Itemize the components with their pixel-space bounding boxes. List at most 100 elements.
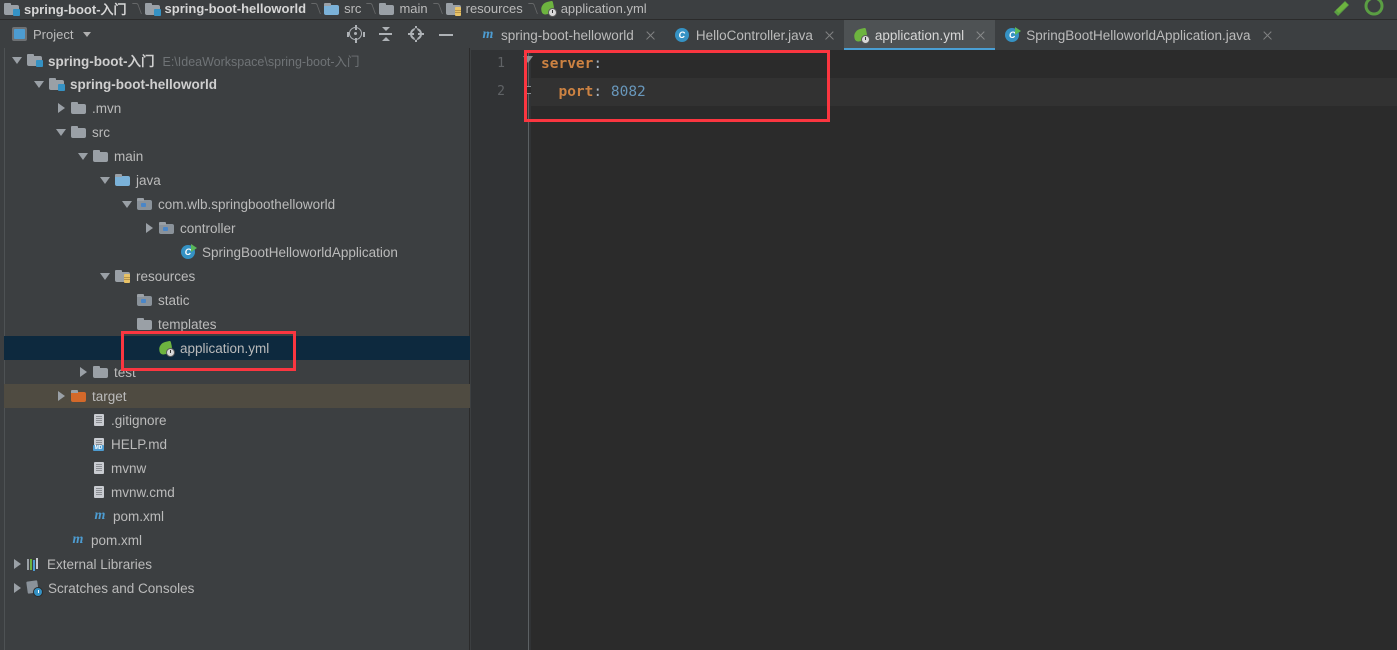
chevron-down-icon[interactable] bbox=[78, 151, 88, 161]
project-panel-title-group[interactable]: Project bbox=[12, 27, 92, 42]
navbar-run-controls bbox=[1331, 0, 1397, 19]
scratch-icon bbox=[26, 579, 43, 597]
chevron-down-icon[interactable] bbox=[56, 127, 66, 137]
folder-icon bbox=[379, 2, 395, 15]
chevron-right-icon[interactable] bbox=[12, 583, 22, 593]
chevron-down-icon[interactable] bbox=[12, 55, 22, 65]
breadcrumb-item-3[interactable]: src bbox=[320, 0, 368, 19]
editor-tab-label: HelloController.java bbox=[695, 27, 813, 43]
editor-tab-hellocontroller-java[interactable]: HelloController.java bbox=[665, 20, 844, 50]
breadcrumb-item-label: main bbox=[399, 1, 428, 16]
tree-node-springboothelloworldapplication[interactable]: SpringBootHelloworldApplication bbox=[4, 240, 470, 264]
project-window-icon bbox=[12, 27, 27, 41]
breadcrumb-item-label: application.yml bbox=[560, 1, 647, 16]
close-icon[interactable] bbox=[974, 29, 987, 42]
tree-node-src[interactable]: src bbox=[4, 120, 470, 144]
breadcrumb-item-2[interactable]: spring-boot-helloworld bbox=[141, 0, 314, 19]
chevron-right-icon[interactable] bbox=[12, 559, 22, 569]
close-icon[interactable] bbox=[1261, 29, 1274, 42]
tree-node-mvnw[interactable]: mvnw bbox=[4, 456, 470, 480]
file-icon bbox=[93, 461, 105, 475]
tree-node-external-libraries[interactable]: External Libraries bbox=[4, 552, 470, 576]
tree-node-controller[interactable]: controller bbox=[4, 216, 470, 240]
run-button-icon[interactable] bbox=[1331, 0, 1353, 19]
chevron-right-icon[interactable] bbox=[56, 391, 66, 401]
folder-icon bbox=[71, 126, 86, 138]
chevron-right-icon[interactable] bbox=[56, 103, 66, 113]
chevron-down-icon[interactable] bbox=[34, 79, 44, 89]
yaml-value: 8082 bbox=[602, 84, 646, 100]
editor-tab-spring-boot-helloworld[interactable]: m spring-boot-helloworld bbox=[471, 20, 665, 50]
module-folder-icon bbox=[144, 2, 161, 16]
debug-button-icon[interactable] bbox=[1363, 0, 1385, 19]
tree-node-help-md[interactable]: MD HELP.md bbox=[4, 432, 470, 456]
project-tree[interactable]: spring-boot-入门 E:\IdeaWorkspace\spring-bo… bbox=[4, 48, 470, 650]
tree-node-spring-boot[interactable]: spring-boot-入门 E:\IdeaWorkspace\spring-bo… bbox=[4, 48, 470, 72]
line-number: 2 bbox=[497, 84, 505, 99]
tree-node-pom-xml[interactable]: m pom.xml bbox=[4, 504, 470, 528]
tree-node-label: External Libraries bbox=[47, 556, 153, 572]
editor-tab-label: SpringBootHelloworldApplication.java bbox=[1026, 27, 1251, 43]
close-icon[interactable] bbox=[644, 29, 657, 42]
chevron-down-icon[interactable] bbox=[122, 199, 132, 209]
code-text[interactable]: server: port: 8082 bbox=[531, 50, 1397, 650]
folder-icon bbox=[93, 150, 108, 162]
editor-gutter[interactable]: 1 2 bbox=[471, 50, 533, 650]
editor-tab-application-yml[interactable]: application.yml bbox=[843, 20, 996, 50]
tree-node-test[interactable]: test bbox=[4, 360, 470, 384]
editor-tab-springboothelloworldapplication-java[interactable]: SpringBootHelloworldApplication.java bbox=[995, 20, 1281, 50]
tree-node-label: Scratches and Consoles bbox=[48, 580, 195, 596]
chevron-right-icon[interactable] bbox=[78, 367, 88, 377]
tree-node-com-wlb-springboothelloworld[interactable]: com.wlb.springboothelloworld bbox=[4, 192, 470, 216]
tree-node-java[interactable]: java bbox=[4, 168, 470, 192]
spring-yaml-icon bbox=[157, 340, 175, 357]
gear-icon[interactable] bbox=[408, 26, 424, 42]
editor-tab-strip[interactable]: m spring-boot-helloworld HelloController.j… bbox=[471, 20, 1397, 50]
tree-node-target[interactable]: target bbox=[4, 384, 470, 408]
tree-node-templates[interactable]: templates bbox=[4, 312, 470, 336]
breadcrumb-item-6[interactable]: application.yml bbox=[537, 0, 654, 19]
breadcrumb-item-label: spring-boot-入门 bbox=[24, 2, 127, 17]
code-editor[interactable]: 1 2 server: port: 8082 bbox=[471, 50, 1397, 650]
tree-node-spring-boot-helloworld[interactable]: spring-boot-helloworld bbox=[4, 72, 470, 96]
tree-node-application-yml[interactable]: application.yml bbox=[4, 336, 470, 360]
close-icon[interactable] bbox=[823, 29, 836, 42]
tree-node-scratches-and-consoles[interactable]: Scratches and Consoles bbox=[4, 576, 470, 600]
tree-node-mvn[interactable]: .mvn bbox=[4, 96, 470, 120]
maven-icon: m bbox=[94, 508, 106, 523]
breadcrumb-item-1[interactable]: spring-boot-入门 bbox=[0, 0, 134, 19]
source-folder-icon bbox=[324, 2, 340, 15]
minimize-icon[interactable] bbox=[438, 26, 454, 42]
chevron-down-icon[interactable] bbox=[100, 175, 110, 185]
module-folder-icon bbox=[27, 54, 43, 67]
breadcrumb-item-4[interactable]: main bbox=[375, 0, 434, 19]
code-line-1[interactable]: server: bbox=[531, 50, 1397, 78]
project-panel-header: Project bbox=[0, 20, 470, 48]
folder-icon bbox=[93, 366, 108, 378]
breadcrumb-separator-icon bbox=[313, 0, 320, 19]
collapse-all-icon[interactable] bbox=[378, 26, 394, 42]
tree-node-pom-xml[interactable]: m pom.xml bbox=[4, 528, 470, 552]
project-panel-toolbar bbox=[348, 25, 462, 42]
tree-node-resources[interactable]: resources bbox=[4, 264, 470, 288]
maven-icon: m bbox=[482, 27, 494, 42]
chevron-down-icon[interactable] bbox=[100, 271, 110, 281]
package-icon bbox=[159, 222, 174, 234]
chevron-right-icon[interactable] bbox=[144, 223, 154, 233]
breadcrumb-item-5[interactable]: resources bbox=[442, 0, 530, 19]
tree-node-mvnw-cmd[interactable]: mvnw.cmd bbox=[4, 480, 470, 504]
breadcrumb-separator-icon bbox=[368, 0, 375, 19]
target-folder-icon bbox=[71, 390, 86, 402]
tree-node-static[interactable]: static bbox=[4, 288, 470, 312]
locate-icon[interactable] bbox=[348, 25, 364, 42]
code-line-2[interactable]: port: 8082 bbox=[531, 78, 1397, 106]
yaml-key: port bbox=[558, 84, 594, 100]
file-icon bbox=[93, 413, 105, 427]
tree-node-label: mvnw.cmd bbox=[111, 484, 175, 500]
chevron-down-icon[interactable] bbox=[83, 31, 92, 37]
tree-node-main[interactable]: main bbox=[4, 144, 470, 168]
tree-node-label: SpringBootHelloworldApplication bbox=[202, 244, 398, 260]
tree-node-gitignore[interactable]: .gitignore bbox=[4, 408, 470, 432]
